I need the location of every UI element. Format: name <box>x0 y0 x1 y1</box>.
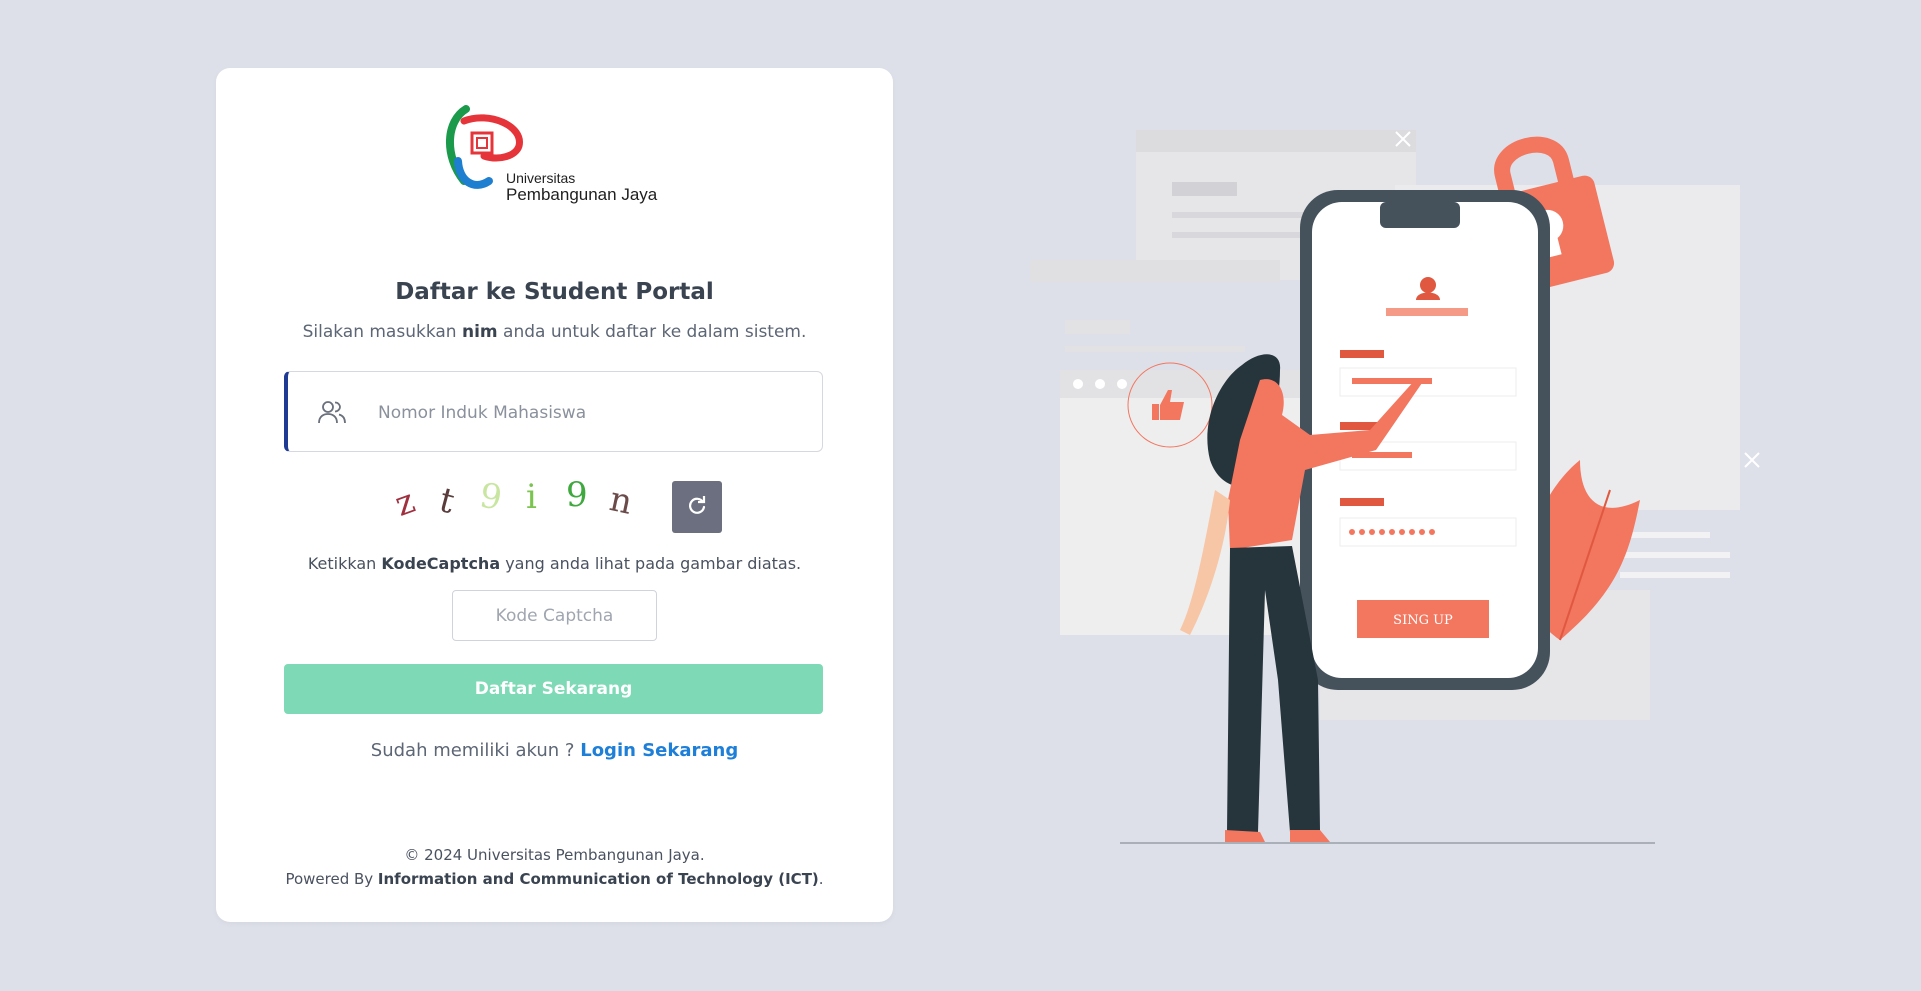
hint-suffix: yang anda lihat pada gambar diatas. <box>500 554 802 573</box>
illustration-signup-label: SING UP <box>1393 613 1453 628</box>
logo-line1: Universitas <box>506 170 576 186</box>
subtitle-bold: nim <box>461 322 498 342</box>
form-label <box>1340 498 1384 506</box>
window-dot <box>1095 379 1105 389</box>
page-title: Daftar ke Student Portal <box>395 279 714 305</box>
captcha-char: 9 <box>476 475 505 519</box>
hint-bold: KodeCaptcha <box>381 554 501 573</box>
captcha-char: n <box>606 479 636 523</box>
footer-copyright: © 2024 Universitas Pembangunan Jaya. <box>404 846 705 864</box>
signup-illustration: SING UP <box>1030 130 1760 844</box>
bg-window-1-bar <box>1136 130 1416 152</box>
footer-powered-by: Powered By Information and Communication… <box>216 867 893 891</box>
phone-notch <box>1380 202 1460 228</box>
footer: © 2024 Universitas Pembangunan Jaya. Pow… <box>216 843 893 891</box>
footer-prefix: Powered By <box>285 870 378 888</box>
woman-shoe <box>1225 830 1265 842</box>
window-dot <box>1117 379 1127 389</box>
form-field <box>1339 517 1517 547</box>
form-label <box>1340 350 1384 358</box>
bg-line <box>1620 532 1710 538</box>
hint-prefix: Ketikkan <box>307 554 382 573</box>
woman-shoe <box>1290 830 1330 842</box>
users-icon <box>318 401 346 424</box>
user-avatar-icon <box>1420 277 1436 293</box>
footer-suffix: . <box>818 870 824 888</box>
university-logo: Universitas Pembangunan Jaya <box>444 101 674 211</box>
nim-field[interactable] <box>284 371 823 452</box>
refresh-captcha-button[interactable] <box>672 481 722 533</box>
logo-text: Universitas Pembangunan Jaya <box>506 170 658 205</box>
password-dots <box>1349 529 1435 535</box>
window-dot <box>1073 379 1083 389</box>
login-row: Sudah memiliki akun ? Login Sekarang <box>216 740 893 761</box>
register-card: Universitas Pembangunan Jaya Daftar ke S… <box>216 68 893 922</box>
logo-line2: Pembangunan Jaya <box>506 185 658 205</box>
avatar-caption <box>1386 308 1468 316</box>
refresh-icon <box>689 495 706 514</box>
captcha-hint: Ketikkan KodeCaptcha yang anda lihat pad… <box>216 554 893 573</box>
page-subtitle: Silakan masukkan nim anda untuk daftar k… <box>216 322 893 342</box>
thumbs-up-cuff <box>1152 404 1159 420</box>
captcha-char: t <box>435 479 459 523</box>
bg-window-1-line <box>1172 232 1322 238</box>
subtitle-suffix: anda untuk daftar ke dalam sistem. <box>497 322 807 342</box>
bg-line <box>1065 320 1130 334</box>
bg-window-1-line <box>1172 212 1322 218</box>
bg-window-1-line <box>1172 182 1237 196</box>
register-button[interactable]: Daftar Sekarang <box>284 664 823 714</box>
captcha-char: z <box>389 481 421 525</box>
nim-input[interactable] <box>376 390 800 436</box>
captcha-input[interactable] <box>452 590 657 641</box>
captcha-char: i <box>526 477 537 517</box>
bg-line <box>1620 572 1730 578</box>
captcha-image: z t 9 i 9 n <box>390 475 686 541</box>
subtitle-prefix: Silakan masukkan <box>302 322 462 342</box>
footer-ict: Information and Communication of Technol… <box>377 870 819 888</box>
bg-line <box>1065 346 1245 352</box>
close-icon <box>1744 452 1760 468</box>
login-link[interactable]: Login Sekarang <box>580 740 738 761</box>
bg-line <box>1620 552 1730 558</box>
login-prompt: Sudah memiliki akun ? <box>370 740 581 761</box>
captcha-char: 9 <box>566 475 588 515</box>
bg-window-2-bar <box>1030 260 1280 282</box>
